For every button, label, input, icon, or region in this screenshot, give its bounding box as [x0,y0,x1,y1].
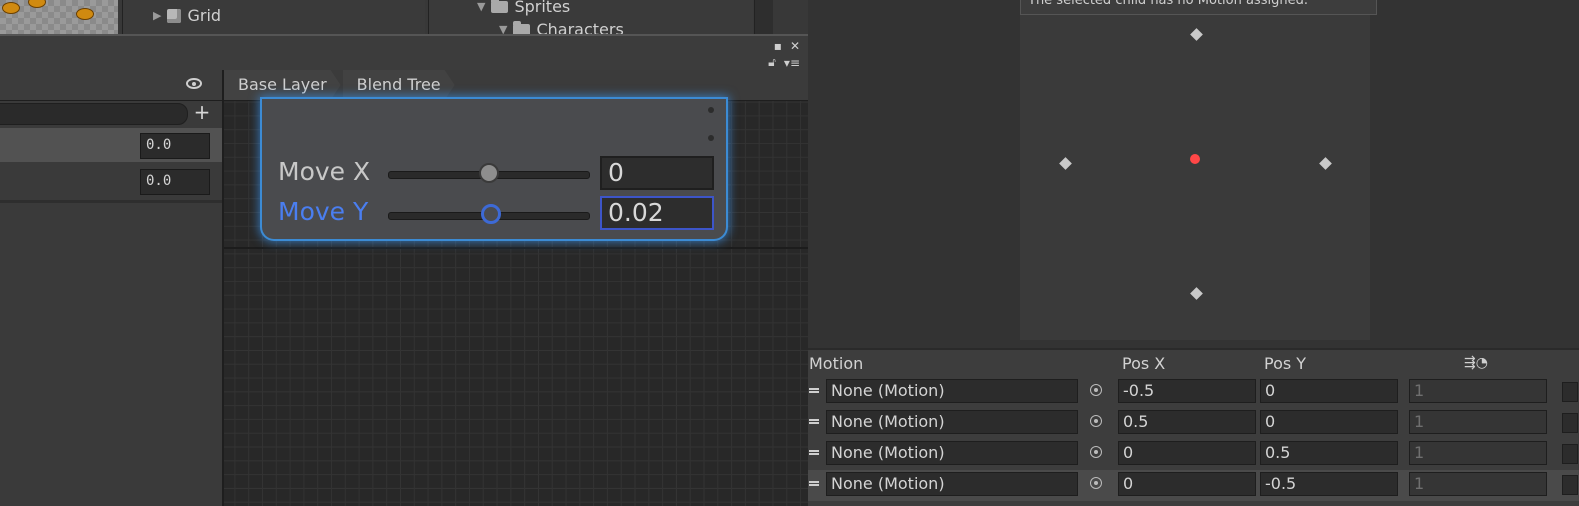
object-picker-icon[interactable] [1090,415,1102,427]
animator-window: ▪ ✕ 🔓︎ ▾≡ + 0.0 0.0 Base Layer Blend Tre… [0,34,808,506]
eye-icon[interactable] [186,78,202,89]
breadcrumb: Base Layer Blend Tree [224,70,808,101]
motion-field[interactable]: None (Motion) [826,410,1078,434]
slider-value-field[interactable]: 0 [600,156,714,190]
column-header-motion: Motion [809,354,864,373]
motion-field[interactable]: None (Motion) [826,472,1078,496]
mirror-toggle[interactable] [1562,413,1578,433]
hierarchy-item-grid[interactable]: ▶ Grid [153,6,221,25]
speed-field: 1 [1409,441,1547,465]
parameter-value-field[interactable]: 0.0 [140,133,210,159]
parameter-value-field[interactable]: 0.0 [140,169,210,195]
cube-icon [167,8,182,23]
drag-handle-icon[interactable] [809,388,819,393]
parameter-row[interactable]: 0.0 [0,128,222,162]
hierarchy-item-label: Grid [187,6,222,25]
column-header-pos-x: Pos X [1122,354,1166,373]
node-port[interactable] [708,135,714,141]
slider-row-move-y: Move Y 0.02 [262,196,726,236]
mirror-toggle[interactable] [1562,444,1578,464]
current-blend-position-marker [1190,154,1200,164]
blend-space-view[interactable] [1020,0,1370,340]
blend-tree-node[interactable]: Move X 0 Move Y 0.02 [262,99,726,239]
blend-point-marker[interactable] [1319,157,1332,170]
window-controls: ▪ ✕ 🔓︎ ▾≡ [768,39,800,70]
speed-field: 1 [1409,379,1547,403]
drag-handle-icon[interactable] [809,419,819,424]
motion-row[interactable]: None (Motion) -0.5 0 1 [808,377,1579,408]
object-picker-icon[interactable] [1090,477,1102,489]
slider-row-move-x: Move X 0 [262,155,726,195]
breadcrumb-base-layer[interactable]: Base Layer [224,70,341,100]
blend-point-marker[interactable] [1059,157,1072,170]
slider-track[interactable] [388,204,590,224]
speed-field: 1 [1409,410,1547,434]
motion-row-selected[interactable]: None (Motion) 0 -0.5 1 [808,470,1579,501]
motion-list: Motion Pos X Pos Y ⇶◔ None (Motion) -0.5… [808,348,1579,506]
motion-field[interactable]: None (Motion) [826,441,1078,465]
slider-track[interactable] [388,163,590,183]
hierarchy-panel: ▶ Grid [122,0,425,34]
motion-row[interactable]: None (Motion) 0.5 0 1 [808,408,1579,439]
project-folder-sprites[interactable]: ▼ Sprites [477,0,570,16]
pos-y-field[interactable]: 0.5 [1260,441,1398,465]
drag-handle-icon[interactable] [809,481,819,486]
motion-field[interactable]: None (Motion) [826,379,1078,403]
parameters-header [0,70,222,101]
blend-point-marker[interactable] [1190,287,1203,300]
warning-message: The selected child has no Motion assigne… [1020,0,1377,15]
motion-row[interactable]: None (Motion) 0 0.5 1 [808,439,1579,470]
mirror-toggle[interactable] [1562,382,1578,402]
pos-x-field[interactable]: 0 [1118,441,1256,465]
timer-icon[interactable]: ⇶◔ [1464,355,1488,371]
project-scrollbar[interactable] [754,0,773,34]
project-folder-label: Sprites [514,0,571,16]
project-panel: ▼ Sprites ▼ Characters [428,0,753,39]
close-icon[interactable]: ✕ [790,39,800,53]
drag-handle-icon[interactable] [809,450,819,455]
parameters-panel: + 0.0 0.0 [0,70,224,506]
node-port[interactable] [708,107,714,113]
slider-label: Move Y [278,197,369,226]
object-picker-icon[interactable] [1090,446,1102,458]
slider-value-field[interactable]: 0.02 [600,196,714,230]
pos-x-field[interactable]: -0.5 [1118,379,1256,403]
column-header-pos-y: Pos Y [1264,354,1307,373]
mirror-toggle[interactable] [1562,475,1578,495]
coin-sprite [76,8,94,20]
menu-icon[interactable]: ▾≡ [784,56,800,70]
pos-x-field[interactable]: 0 [1118,472,1256,496]
blend-point-marker[interactable] [1190,28,1203,41]
slider-label: Move X [278,157,371,186]
divider [0,200,222,203]
breadcrumb-blend-tree[interactable]: Blend Tree [343,70,455,100]
parameter-row[interactable]: 0.0 [0,164,222,198]
pos-y-field[interactable]: -0.5 [1260,472,1398,496]
coin-sprite [28,0,46,8]
slider-knob[interactable] [481,204,501,224]
maximize-icon[interactable]: ▪ [774,39,782,53]
pos-y-field[interactable]: 0 [1260,379,1398,403]
coin-sprite [2,2,20,14]
expand-arrow-icon[interactable]: ▶ [153,9,161,22]
plus-icon[interactable]: + [190,100,214,124]
speed-field: 1 [1409,472,1547,496]
scene-view-thumbnail[interactable] [0,0,118,34]
pos-x-field[interactable]: 0.5 [1118,410,1256,434]
slider-knob[interactable] [479,163,499,183]
pos-y-field[interactable]: 0 [1260,410,1398,434]
folder-icon [491,0,509,13]
lock-icon[interactable]: 🔓︎ [768,55,776,70]
top-panels-strip: ▶ Grid ▼ Sprites ▼ Characters [0,0,808,39]
parameter-search-input[interactable] [0,103,188,125]
graph-divider-line [224,247,808,249]
window-title-bar: ▪ ✕ 🔓︎ ▾≡ [0,36,808,70]
object-picker-icon[interactable] [1090,384,1102,396]
collapse-arrow-icon[interactable]: ▼ [477,0,485,13]
